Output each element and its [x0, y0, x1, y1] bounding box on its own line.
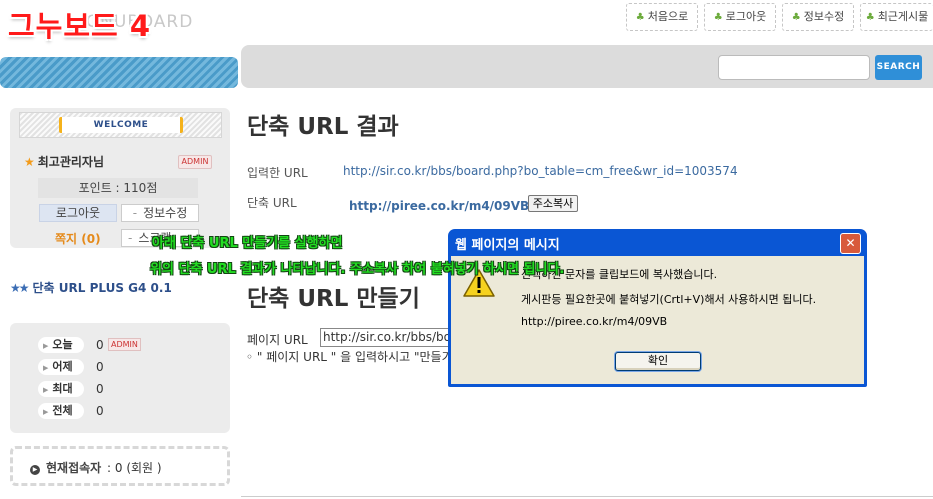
- admin-badge[interactable]: ADMIN: [178, 155, 212, 169]
- result-heading: 단축 URL 결과: [247, 114, 399, 140]
- ok-button[interactable]: 확인: [615, 352, 701, 371]
- arrow-right-icon: ▶: [43, 364, 49, 372]
- stars-icon: ★★: [10, 281, 29, 295]
- search-button[interactable]: SEARCH: [875, 55, 922, 80]
- user-name: ★ 최고관리자님: [24, 155, 105, 169]
- sprout-icon: ♣: [713, 12, 723, 23]
- dash-icon: -: [128, 231, 133, 245]
- logout-button[interactable]: 로그아웃: [39, 204, 117, 222]
- dialog-message-line2: 게시판등 필요한곳에 붙혀넣기(Crtl+V)해서 사용하시면 됩니다.: [521, 293, 817, 306]
- nav-logout-button[interactable]: ♣ 로그아웃: [704, 3, 776, 31]
- arrow-circle-icon: ▶: [30, 465, 40, 475]
- nav-recent-posts-button[interactable]: ♣ 최근게시물: [860, 3, 933, 31]
- welcome-label: WELCOME: [59, 117, 183, 133]
- sprout-icon: ♣: [635, 12, 645, 23]
- sprout-icon: ♣: [791, 12, 801, 23]
- input-url-label: 입력한 URL: [247, 166, 308, 180]
- search-input[interactable]: [718, 55, 870, 80]
- stat-max-value: 0: [96, 382, 104, 396]
- divider: [241, 496, 933, 497]
- stat-today-value: 0: [96, 338, 104, 352]
- dialog-title: 웹 페이지의 메시지: [455, 238, 560, 253]
- stats-admin-badge[interactable]: ADMIN: [108, 338, 141, 351]
- arrow-right-icon: ▶: [43, 408, 49, 416]
- copy-address-button[interactable]: 주소복사: [528, 195, 578, 212]
- dialog-message-url: http://piree.co.kr/m4/09VB: [521, 315, 668, 328]
- page: GNUBOARD 그누보드 4 ♣ 처음으로 ♣ 로그아웃 ♣ 정보수정 ♣ 최근게시물…: [0, 0, 933, 499]
- annotation-line1: 아래 단축 URL 만들기를 실행하면: [152, 236, 343, 251]
- nav-home-button[interactable]: ♣ 처음으로: [626, 3, 698, 31]
- page-url-label: 페이지 URL: [247, 333, 308, 347]
- stat-total-label: ▶ 전체: [38, 403, 84, 419]
- stat-yesterday-label: ▶ 어제: [38, 359, 84, 375]
- stat-max-label: ▶ 최대: [38, 381, 84, 397]
- star-icon: ★: [24, 155, 35, 169]
- close-icon[interactable]: ✕: [840, 233, 861, 254]
- input-url-value: http://sir.co.kr/bbs/board.php?bo_table=…: [343, 164, 738, 178]
- short-url-value: http://piree.co.kr/m4/09VB: [349, 199, 530, 213]
- stat-total-value: 0: [96, 404, 104, 418]
- plugin-title: ★★ 단축 URL PLUS G4 0.1: [10, 281, 172, 295]
- memo-link[interactable]: 쪽지 (0): [55, 230, 101, 247]
- arrow-right-icon: ▶: [43, 386, 49, 394]
- stat-yesterday-value: 0: [96, 360, 104, 374]
- points-display[interactable]: 포인트 : 110점: [38, 178, 198, 198]
- short-url-label: 단축 URL: [247, 196, 297, 210]
- arrow-right-icon: ▶: [43, 342, 49, 350]
- current-users-link[interactable]: ▶ 현재접속자 : 0 (회원 ): [30, 459, 162, 476]
- sprout-icon: ♣: [865, 12, 875, 23]
- header-stripe: [0, 57, 238, 88]
- make-heading: 단축 URL 만들기: [247, 286, 420, 312]
- page-url-input[interactable]: http://sir.co.kr/bbs/board.php?bo_table=…: [320, 328, 460, 347]
- dash-icon: -: [132, 206, 138, 220]
- edit-info-button[interactable]: - 정보수정: [121, 204, 199, 222]
- annotation-line2: 위의 단축 URL 결과가 나타납니다. 주소복사 하여 붙혀넣기 하시면 됩니…: [150, 262, 565, 277]
- nav-edit-info-button[interactable]: ♣ 정보수정: [782, 3, 854, 31]
- stat-today-label: ▶ 오늘: [38, 337, 84, 353]
- site-logo[interactable]: 그누보드 4: [8, 10, 151, 42]
